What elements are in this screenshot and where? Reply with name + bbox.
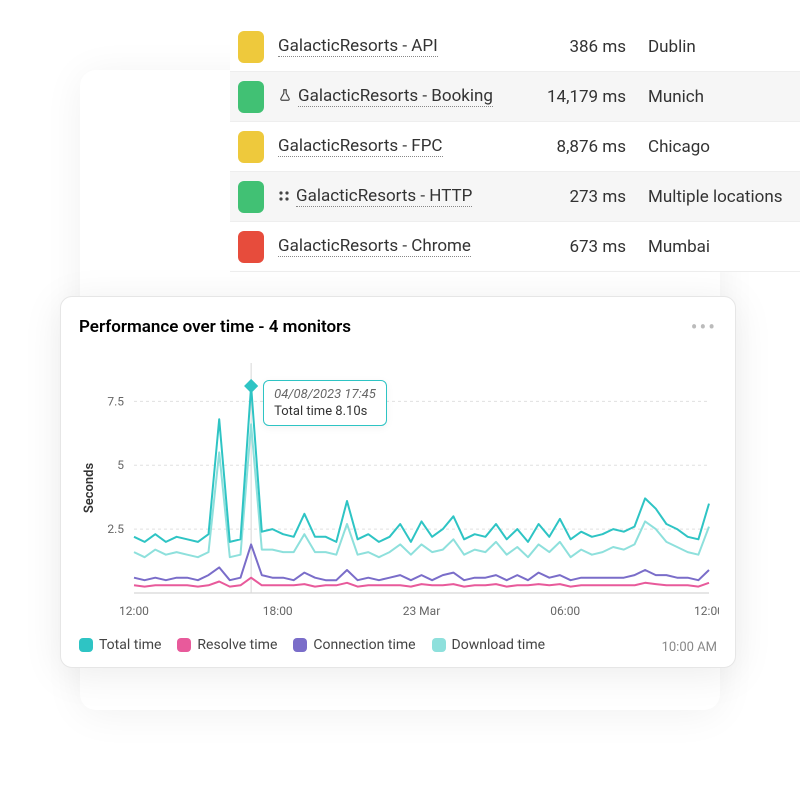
legend-connection-time[interactable]: Connection time <box>293 637 415 653</box>
performance-chart[interactable]: 2.5 5 7.5 12:00 18:00 23 Mar 06:00 12:00 Seconds <box>79 353 719 623</box>
location: Dublin <box>648 37 786 57</box>
legend-resolve-time[interactable]: Resolve time <box>177 637 277 653</box>
status-badge <box>238 131 264 163</box>
response-time: 386 ms <box>538 37 648 57</box>
monitor-name-link[interactable]: GalacticResorts - Booking <box>298 86 493 107</box>
location: Multiple locations <box>648 187 786 207</box>
status-badge <box>238 231 264 263</box>
table-row[interactable]: GalacticResorts - API 386 ms Dublin <box>230 22 800 72</box>
status-badge <box>238 31 264 63</box>
svg-text:12:00: 12:00 <box>119 604 149 618</box>
location: Munich <box>648 87 786 107</box>
status-badge <box>238 81 264 113</box>
svg-text:7.5: 7.5 <box>107 394 124 408</box>
chart-tooltip: 04/08/2023 17:45 Total time 8.10s <box>263 380 387 426</box>
table-row[interactable]: GalacticResorts - Booking 14,179 ms Muni… <box>230 72 800 122</box>
monitor-name-link[interactable]: GalacticResorts - HTTP <box>296 186 472 207</box>
tooltip-date: 04/08/2023 17:45 <box>274 387 376 402</box>
timestamp: 10:00 AM <box>662 640 717 655</box>
legend-total-time[interactable]: Total time <box>79 637 161 653</box>
response-time: 673 ms <box>538 237 648 257</box>
more-icon[interactable]: ••• <box>691 315 717 339</box>
tooltip-value: Total time 8.10s <box>274 404 376 419</box>
flask-icon <box>278 87 292 107</box>
chart-card: Performance over time - 4 monitors ••• 2… <box>60 296 736 668</box>
svg-text:18:00: 18:00 <box>263 604 293 618</box>
table-row[interactable]: GalacticResorts - HTTP 273 ms Multiple l… <box>230 172 800 222</box>
svg-text:2.5: 2.5 <box>107 522 124 536</box>
chart-legend: Total time Resolve time Connection time … <box>79 637 717 653</box>
response-time: 8,876 ms <box>538 137 648 157</box>
monitors-table: GalacticResorts - API 386 ms Dublin Gala… <box>230 22 800 272</box>
location: Chicago <box>648 137 786 157</box>
legend-download-time[interactable]: Download time <box>432 637 545 653</box>
table-row[interactable]: GalacticResorts - FPC 8,876 ms Chicago <box>230 122 800 172</box>
monitor-name-link[interactable]: GalacticResorts - Chrome <box>278 236 471 257</box>
grid-icon <box>278 187 290 207</box>
monitor-name-link[interactable]: GalacticResorts - API <box>278 36 438 57</box>
response-time: 14,179 ms <box>538 87 648 107</box>
response-time: 273 ms <box>538 187 648 207</box>
chart-area[interactable]: 2.5 5 7.5 12:00 18:00 23 Mar 06:00 12:00 Seconds… <box>79 353 717 623</box>
card-title: Performance over time - 4 monitors <box>79 317 351 337</box>
svg-text:12:00: 12:00 <box>694 604 719 618</box>
table-row[interactable]: GalacticResorts - Chrome 673 ms Mumbai <box>230 222 800 272</box>
svg-text:06:00: 06:00 <box>550 604 580 618</box>
monitor-name-link[interactable]: GalacticResorts - FPC <box>278 136 443 157</box>
svg-text:Seconds: Seconds <box>82 463 97 514</box>
svg-text:5: 5 <box>117 458 124 472</box>
status-badge <box>238 181 264 213</box>
location: Mumbai <box>648 237 786 257</box>
svg-text:23 Mar: 23 Mar <box>403 604 441 618</box>
